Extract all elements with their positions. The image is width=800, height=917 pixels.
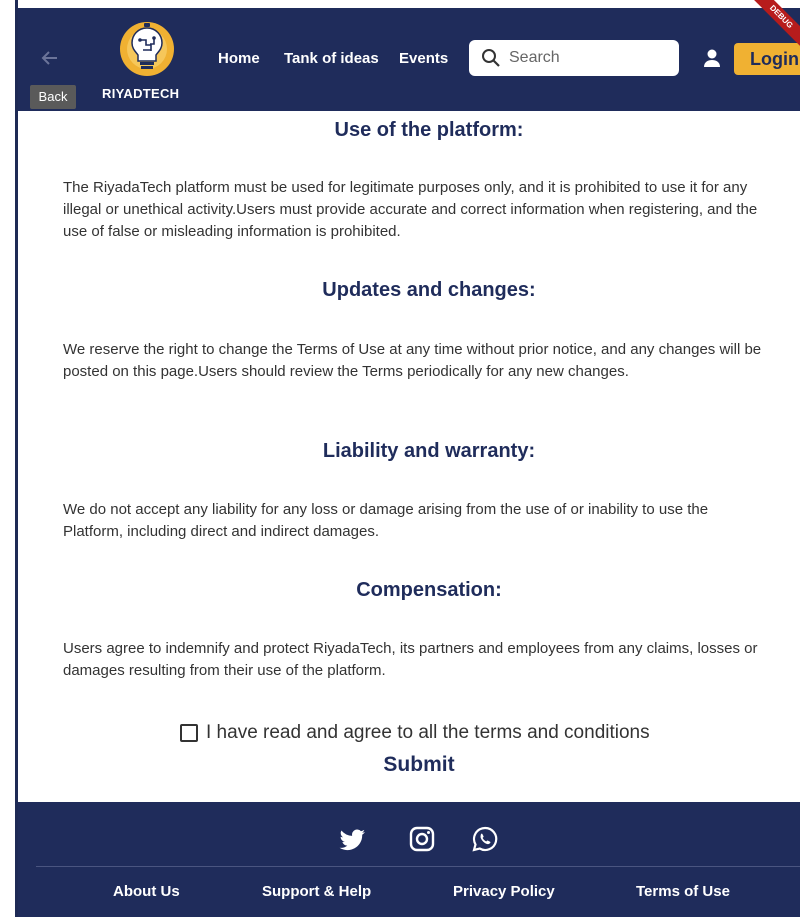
- search-icon: [482, 49, 500, 67]
- twitter-icon[interactable]: [338, 824, 368, 854]
- footer-link-about[interactable]: About Us: [113, 883, 180, 900]
- nav-home[interactable]: Home: [218, 50, 260, 67]
- brand-name: RIYADTECH: [102, 86, 180, 101]
- footer-link-terms[interactable]: Terms of Use: [636, 883, 730, 900]
- app-header: RIYADTECH Home Tank of ideas Events Logi…: [18, 8, 800, 111]
- nav-events[interactable]: Events: [399, 50, 448, 67]
- search-input[interactable]: [509, 40, 669, 76]
- section-body: The RiyadaTech platform must be used for…: [63, 179, 758, 240]
- back-arrow-icon[interactable]: [40, 48, 60, 68]
- section-body: We reserve the right to change the Terms…: [63, 341, 762, 380]
- footer-link-privacy[interactable]: Privacy Policy: [453, 883, 555, 900]
- lightbulb-logo-icon: [120, 22, 174, 76]
- app-footer: About Us Support & Help Privacy Policy T…: [18, 802, 800, 917]
- section-title: Use of the platform:: [334, 119, 524, 141]
- agree-checkbox[interactable]: [180, 724, 198, 742]
- whatsapp-icon[interactable]: [470, 824, 500, 854]
- nav-tank-of-ideas[interactable]: Tank of ideas: [284, 50, 379, 67]
- section-title: Compensation:: [356, 579, 502, 601]
- section-title: Liability and warranty:: [322, 440, 536, 462]
- terms-content: Use of the platform: The RiyadaTech plat…: [18, 111, 800, 802]
- section-title: Updates and changes:: [322, 279, 536, 301]
- agreement-row: I have read and agree to all the terms a…: [180, 722, 650, 744]
- section-body: We do not accept any liability for any l…: [63, 501, 709, 540]
- submit-button[interactable]: Submit: [18, 753, 800, 777]
- left-edge-strip: [0, 0, 18, 917]
- user-icon[interactable]: [702, 48, 722, 68]
- search-box[interactable]: [469, 40, 679, 76]
- back-tooltip: Back: [30, 85, 76, 109]
- instagram-icon[interactable]: [407, 824, 437, 854]
- footer-divider: [36, 866, 800, 867]
- section-body: Users agree to indemnify and protect Riy…: [63, 640, 758, 679]
- footer-link-support[interactable]: Support & Help: [262, 883, 371, 900]
- login-button[interactable]: Login: [734, 43, 800, 75]
- agree-label[interactable]: I have read and agree to all the terms a…: [206, 722, 650, 744]
